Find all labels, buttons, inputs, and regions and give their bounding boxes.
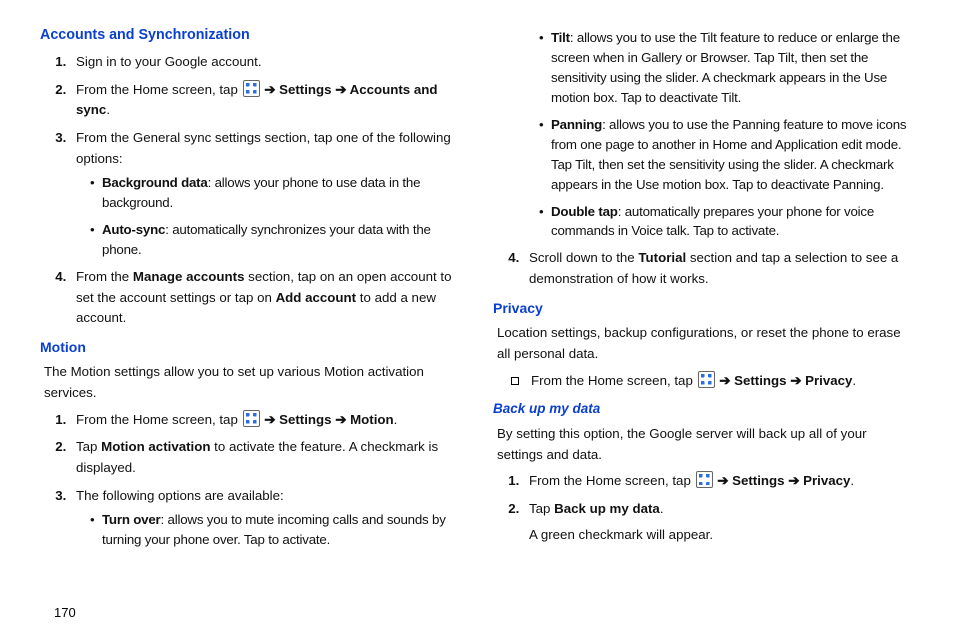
arrow-icon: ➔ xyxy=(790,373,801,388)
arrow-icon: ➔ xyxy=(719,373,730,388)
opt-panning: Panning: allows you to use the Panning f… xyxy=(539,115,914,195)
label: Panning xyxy=(551,117,602,132)
backup-steps: From the Home screen, tap ➔ Settings ➔ P… xyxy=(493,471,914,546)
text: Tap xyxy=(76,439,101,454)
motion-steps: From the Home screen, tap ➔ Settings ➔ M… xyxy=(40,410,461,550)
step-1: Sign in to your Google account. xyxy=(70,52,461,73)
label: Background data xyxy=(102,175,208,190)
arrow-icon: ➔ xyxy=(264,412,275,427)
text: From the Home screen, tap xyxy=(529,473,695,488)
text: . xyxy=(660,501,664,516)
motion-steps-cont: Scroll down to the Tutorial section and … xyxy=(493,248,914,289)
accounts-steps: Sign in to your Google account. From the… xyxy=(40,52,461,329)
label: Auto-sync xyxy=(102,222,165,237)
step: From the Home screen, tap ➔ Settings ➔ P… xyxy=(517,371,914,392)
backup-intro: By setting this option, the Google serve… xyxy=(493,424,914,465)
text: . xyxy=(850,473,854,488)
label-settings: Settings xyxy=(275,412,335,427)
apps-icon xyxy=(698,371,715,388)
opt-turn-over: Turn over: allows you to mute incoming c… xyxy=(90,510,461,550)
text: : allows you to use the Tilt feature to … xyxy=(551,30,900,105)
step-4: From the Manage accounts section, tap on… xyxy=(70,267,461,329)
label: Motion activation xyxy=(101,439,210,454)
text: From the Home screen, tap xyxy=(76,82,242,97)
motion-intro: The Motion settings allow you to set up … xyxy=(40,362,461,403)
heading-privacy: Privacy xyxy=(493,298,914,320)
label-privacy: Privacy xyxy=(801,373,852,388)
label-settings: Settings xyxy=(728,473,788,488)
step-3: The following options are available: Tur… xyxy=(70,486,461,550)
page-number: 170 xyxy=(54,605,76,620)
opt-double-tap: Double tap: automatically prepares your … xyxy=(539,202,914,242)
arrow-icon: ➔ xyxy=(788,473,799,488)
arrow-icon: ➔ xyxy=(335,412,346,427)
heading-motion: Motion xyxy=(40,337,461,359)
left-column: Accounts and Synchronization Sign in to … xyxy=(40,24,461,626)
text: From the Home screen, tap xyxy=(76,412,242,427)
label: Double tap xyxy=(551,204,618,219)
apps-icon xyxy=(243,80,260,97)
arrow-icon: ➔ xyxy=(335,82,346,97)
text: Scroll down to the xyxy=(529,250,638,265)
opt-auto-sync: Auto-sync: automatically synchronizes yo… xyxy=(90,220,461,260)
step-4: Scroll down to the Tutorial section and … xyxy=(523,248,914,289)
label-settings: Settings xyxy=(275,82,335,97)
label: Back up my data xyxy=(554,501,660,516)
apps-icon xyxy=(696,471,713,488)
apps-icon xyxy=(243,410,260,427)
result-text: A green checkmark will appear. xyxy=(529,525,914,546)
label-motion: Motion xyxy=(346,412,393,427)
privacy-step: From the Home screen, tap ➔ Settings ➔ P… xyxy=(493,371,914,392)
text: . xyxy=(394,412,398,427)
label-settings: Settings xyxy=(730,373,790,388)
label: Tutorial xyxy=(638,250,686,265)
privacy-intro: Location settings, backup configurations… xyxy=(493,323,914,364)
step-2: Tap Motion activation to activate the fe… xyxy=(70,437,461,478)
label: Manage accounts xyxy=(133,269,245,284)
text: . xyxy=(852,373,856,388)
text: From the xyxy=(76,269,133,284)
label: Tilt xyxy=(551,30,570,45)
right-column: Tilt: allows you to use the Tilt feature… xyxy=(493,24,914,626)
text: From the Home screen, tap xyxy=(531,373,697,388)
text: Tap xyxy=(529,501,554,516)
step-2: From the Home screen, tap ➔ Settings ➔ A… xyxy=(70,80,461,121)
label: Turn over xyxy=(102,512,161,527)
step-2: Tap Back up my data. A green checkmark w… xyxy=(523,499,914,546)
opt-tilt: Tilt: allows you to use the Tilt feature… xyxy=(539,28,914,108)
text: : allows you to use the Panning feature … xyxy=(551,117,906,192)
label: Add account xyxy=(276,290,357,305)
label-privacy: Privacy xyxy=(799,473,850,488)
text: The following options are available: xyxy=(76,488,284,503)
step-3: From the General sync settings section, … xyxy=(70,128,461,260)
motion-options-cont: Tilt: allows you to use the Tilt feature… xyxy=(493,28,914,241)
manual-page: Accounts and Synchronization Sign in to … xyxy=(0,0,954,636)
opt-background-data: Background data: allows your phone to us… xyxy=(90,173,461,213)
text: From the General sync settings section, … xyxy=(76,130,451,166)
heading-backup: Back up my data xyxy=(493,399,914,420)
sub-options: Turn over: allows you to mute incoming c… xyxy=(76,510,461,550)
heading-accounts-sync: Accounts and Synchronization xyxy=(40,24,461,46)
arrow-icon: ➔ xyxy=(717,473,728,488)
arrow-icon: ➔ xyxy=(264,82,275,97)
step-1: From the Home screen, tap ➔ Settings ➔ P… xyxy=(523,471,914,492)
sub-options: Background data: allows your phone to us… xyxy=(76,173,461,260)
text: . xyxy=(106,102,110,117)
step-1: From the Home screen, tap ➔ Settings ➔ M… xyxy=(70,410,461,431)
